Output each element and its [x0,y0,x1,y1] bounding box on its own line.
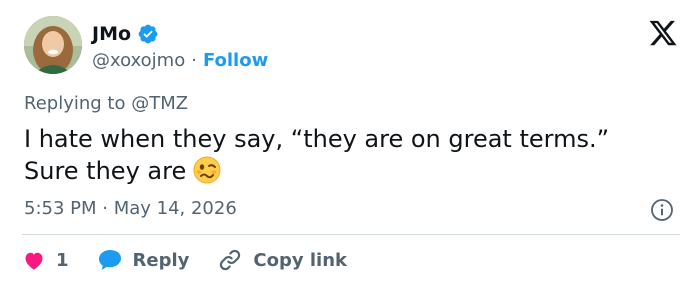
handle[interactable]: @xoxojmo [92,50,185,71]
copy-link-button[interactable]: Copy link [217,247,347,273]
reply-button[interactable]: Reply [97,248,190,272]
author-name-row: JMo [92,20,159,48]
link-icon [220,249,241,271]
replying-to-text: Replying to @TMZ [24,93,189,114]
copy-link-label: Copy link [253,249,347,271]
tweet-line-2-text: Sure they are [24,157,187,185]
like-count: 1 [56,249,69,271]
reply-label: Reply [132,249,190,271]
avatar-photo [24,16,82,74]
tweet-body: I hate when they say, “they are on great… [24,124,674,187]
tweet-line-2: Sure they are [24,155,674,187]
timestamp[interactable]: 5:53 PM · May 14, 2026 [24,198,237,219]
tweet-line-1: I hate when they say, “they are on great… [24,125,610,153]
woozy-face-emoji [192,155,222,185]
avatar[interactable] [24,16,82,74]
reply-bubble-icon [98,250,121,270]
tweet-card: JMo @xoxojmo · Follow Replying to @TMZ I… [0,0,700,287]
verified-badge-icon [137,23,159,45]
action-bar: 1 Reply Copy link [22,246,347,274]
separator-dot: · [191,49,197,71]
follow-button[interactable]: Follow [203,50,268,71]
info-icon[interactable] [650,198,674,222]
x-logo-icon[interactable] [648,18,678,48]
like-button[interactable]: 1 [22,248,69,272]
handle-row: @xoxojmo · Follow [92,48,268,72]
heart-icon [25,252,43,270]
divider [22,234,680,235]
display-name[interactable]: JMo [92,23,131,45]
